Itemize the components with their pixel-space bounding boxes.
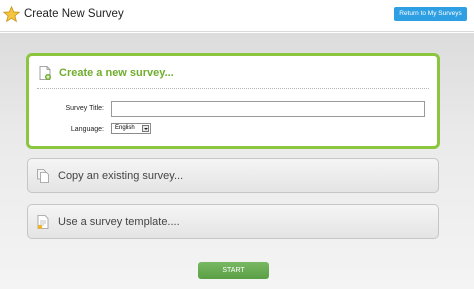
copy-existing-survey-title: Copy an existing survey... <box>58 170 184 182</box>
main-content: Create a new survey... Survey Title: Lan… <box>0 33 474 289</box>
chevron-down-icon[interactable] <box>142 125 149 132</box>
new-document-icon <box>39 66 51 80</box>
language-select[interactable]: English <box>111 123 151 134</box>
start-button[interactable]: START <box>198 262 269 279</box>
survey-template-title: Use a survey template.... <box>58 216 180 228</box>
language-selected-value: English <box>115 125 135 131</box>
language-label: Language: <box>70 126 104 133</box>
survey-title-label: Survey Title: <box>65 105 104 112</box>
return-to-my-surveys-button[interactable]: Return to My Surveys <box>394 7 467 21</box>
copy-existing-survey-panel[interactable]: Copy an existing survey... <box>27 158 439 193</box>
survey-template-panel[interactable]: Use a survey template.... <box>27 204 439 239</box>
divider <box>37 88 429 89</box>
create-new-survey-panel[interactable]: Create a new survey... Survey Title: Lan… <box>26 53 440 149</box>
header-bar: Create New Survey Return to My Surveys <box>0 0 474 32</box>
template-document-icon <box>37 215 49 229</box>
star-icon <box>3 6 20 23</box>
create-new-survey-title: Create a new survey... <box>59 67 174 79</box>
copy-documents-icon <box>37 169 49 183</box>
survey-title-input[interactable] <box>111 101 425 117</box>
page-title: Create New Survey <box>24 8 124 20</box>
